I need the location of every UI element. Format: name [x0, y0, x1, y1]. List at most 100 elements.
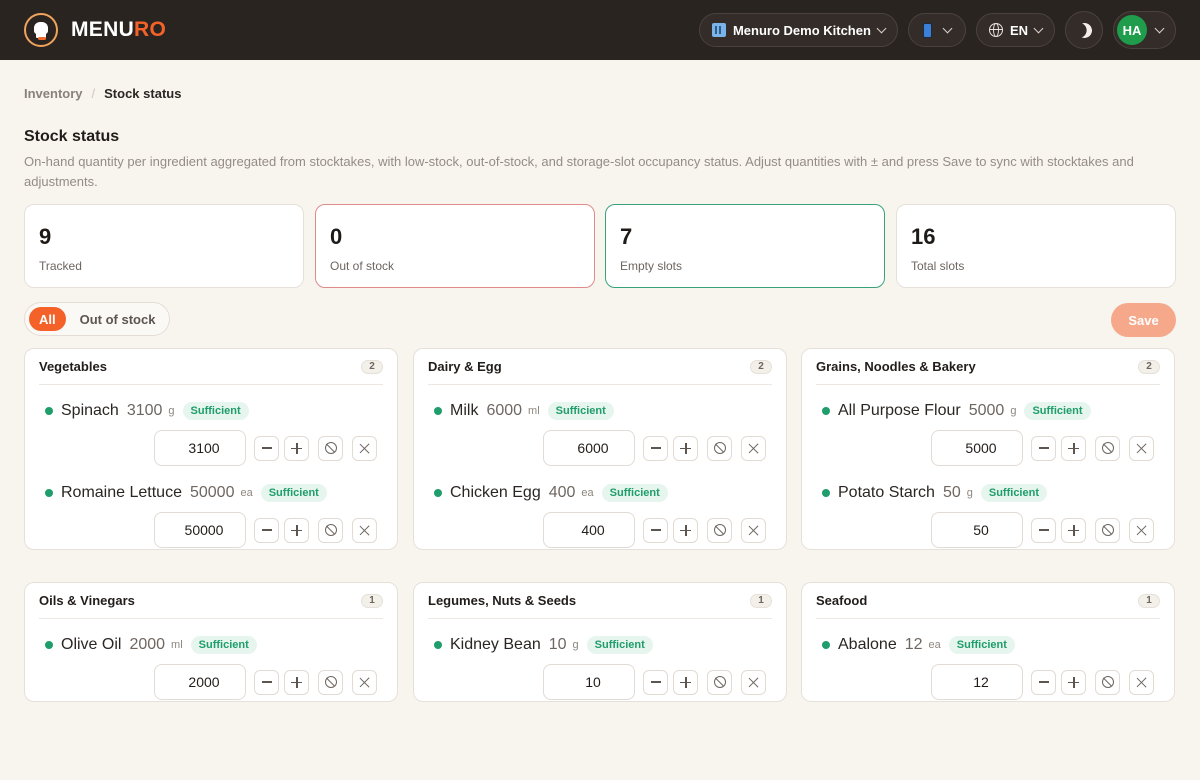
increment-button[interactable]: [1061, 669, 1086, 695]
category-title: Oils & Vinegars: [39, 593, 135, 608]
category-title: Grains, Noodles & Bakery: [816, 359, 976, 374]
stat-value: 9: [39, 224, 52, 249]
status-badge: Sufficient: [601, 484, 668, 502]
status-badge: Sufficient: [190, 636, 257, 654]
increment-button[interactable]: [673, 669, 698, 695]
close-icon: [359, 443, 370, 454]
category-header: Vegetables 2: [39, 349, 383, 385]
category-title: Vegetables: [39, 359, 107, 374]
status-badge: Sufficient: [586, 636, 653, 654]
decrement-button[interactable]: [1031, 435, 1056, 461]
quantity-input[interactable]: [931, 512, 1023, 548]
quantity-input[interactable]: [931, 430, 1023, 466]
decrement-button[interactable]: [643, 517, 668, 543]
status-dot: [45, 407, 53, 415]
decrement-button[interactable]: [254, 517, 279, 543]
quantity-input[interactable]: [543, 664, 635, 700]
user-menu[interactable]: HA: [1113, 11, 1176, 49]
category-card: Grains, Noodles & Bakery 2 All Purpose F…: [801, 348, 1175, 550]
ingredient-row: Chicken Egg 400 ea Sufficient: [428, 467, 772, 549]
decrement-button[interactable]: [1031, 669, 1056, 695]
ingredient-quantity: 5000: [968, 402, 1005, 419]
ingredient-unit: g: [572, 639, 579, 651]
mark-out-of-stock-button[interactable]: [1095, 669, 1120, 695]
ingredient-quantity: 10: [548, 636, 567, 653]
ban-icon: [1101, 524, 1114, 536]
quantity-input[interactable]: [931, 664, 1023, 700]
increment-button[interactable]: [1061, 435, 1086, 461]
mark-out-of-stock-button[interactable]: [318, 669, 343, 695]
save-button[interactable]: Save: [1111, 303, 1176, 337]
filter-all-button[interactable]: All: [29, 307, 66, 331]
mark-out-of-stock-button[interactable]: [707, 517, 732, 543]
language-selector[interactable]: EN: [975, 13, 1055, 47]
remove-button[interactable]: [352, 435, 377, 461]
close-icon: [1136, 525, 1147, 536]
remove-button[interactable]: [741, 517, 766, 543]
status-dot: [822, 489, 830, 497]
kitchen-selector[interactable]: Menuro Demo Kitchen: [698, 13, 898, 47]
remove-button[interactable]: [1129, 517, 1154, 543]
quantity-input[interactable]: [543, 512, 635, 548]
status-dot: [434, 407, 442, 415]
stat-value: 16: [911, 224, 936, 249]
chevron-down-icon: [1154, 23, 1165, 33]
theme-toggle-button[interactable]: [1065, 11, 1103, 49]
status-dot: [822, 641, 830, 649]
category-card: Oils & Vinegars 1 Olive Oil 2000 ml Suff…: [24, 582, 398, 702]
decrement-button[interactable]: [643, 435, 668, 461]
decrement-button[interactable]: [1031, 517, 1056, 543]
quantity-input[interactable]: [543, 430, 635, 466]
remove-button[interactable]: [1129, 435, 1154, 461]
device-selector[interactable]: [907, 13, 966, 47]
quantity-controls: [931, 664, 1154, 700]
remove-button[interactable]: [352, 517, 377, 543]
ban-icon: [324, 524, 337, 536]
remove-button[interactable]: [741, 669, 766, 695]
increment-button[interactable]: [1061, 517, 1086, 543]
increment-button[interactable]: [673, 435, 698, 461]
remove-button[interactable]: [741, 435, 766, 461]
minus-icon: [1038, 681, 1049, 683]
ingredient-name: Milk: [450, 402, 479, 419]
close-icon: [748, 443, 759, 454]
category-card: Legumes, Nuts & Seeds 1 Kidney Bean 10 g…: [413, 582, 787, 702]
quantity-input[interactable]: [154, 664, 246, 700]
category-header: Seafood 1: [816, 583, 1160, 619]
quantity-input[interactable]: [154, 430, 246, 466]
minus-icon: [261, 447, 272, 449]
moon-icon: [1074, 20, 1093, 39]
decrement-button[interactable]: [254, 435, 279, 461]
ban-icon: [713, 676, 726, 688]
quantity-input[interactable]: [154, 512, 246, 548]
mark-out-of-stock-button[interactable]: [707, 669, 732, 695]
mark-out-of-stock-button[interactable]: [318, 435, 343, 461]
mark-out-of-stock-button[interactable]: [1095, 517, 1120, 543]
mark-out-of-stock-button[interactable]: [1095, 435, 1120, 461]
ban-icon: [1101, 442, 1114, 454]
stock-filter: All Out of stock: [24, 302, 171, 336]
remove-button[interactable]: [1129, 669, 1154, 695]
ingredient-name: Chicken Egg: [450, 484, 541, 501]
increment-button[interactable]: [284, 517, 309, 543]
breadcrumb-inventory-link[interactable]: Inventory: [24, 86, 83, 101]
increment-button[interactable]: [284, 435, 309, 461]
category-header: Oils & Vinegars 1: [39, 583, 383, 619]
decrement-button[interactable]: [643, 669, 668, 695]
increment-button[interactable]: [673, 517, 698, 543]
mark-out-of-stock-button[interactable]: [318, 517, 343, 543]
category-header: Dairy & Egg 2: [428, 349, 772, 385]
brand-logo[interactable]: MENURO: [24, 13, 166, 47]
category-count-badge: 1: [1138, 593, 1160, 608]
ingredient-quantity: 2000: [129, 636, 166, 653]
remove-button[interactable]: [352, 669, 377, 695]
quantity-controls: [154, 430, 377, 466]
mark-out-of-stock-button[interactable]: [707, 435, 732, 461]
status-dot: [45, 489, 53, 497]
ingredient-quantity: 50: [942, 484, 961, 501]
plus-icon: [1068, 442, 1079, 454]
increment-button[interactable]: [284, 669, 309, 695]
filter-out-of-stock-button[interactable]: Out of stock: [70, 307, 166, 331]
decrement-button[interactable]: [254, 669, 279, 695]
category-count-badge: 2: [750, 359, 772, 374]
